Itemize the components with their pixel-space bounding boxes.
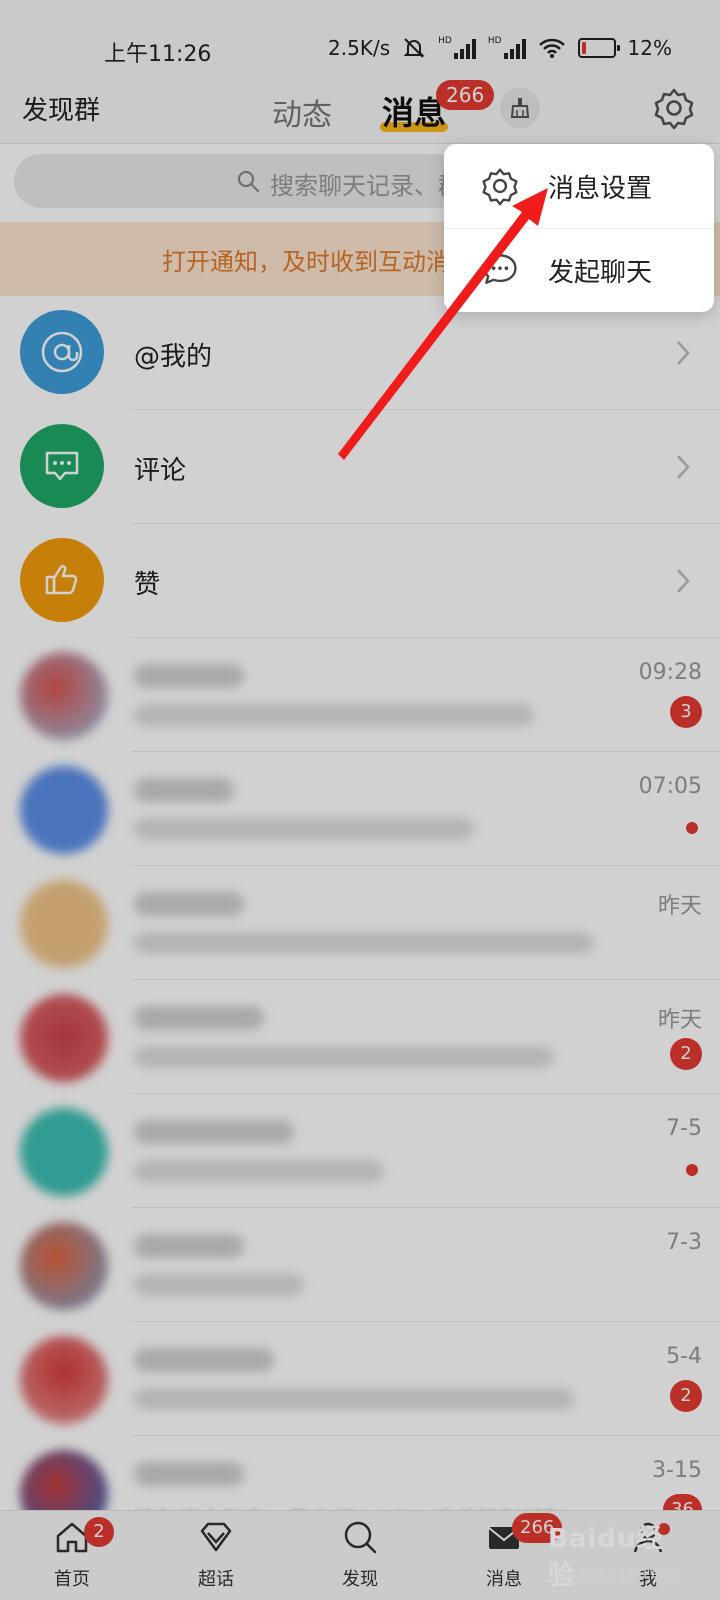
- menu-item-label: 消息设置: [548, 174, 653, 204]
- menu-item-label: 发起聊天: [548, 258, 653, 288]
- watermark-url: jingyan.baidu.com: [552, 1566, 682, 1582]
- menu-item-message-settings[interactable]: 消息设置: [444, 144, 714, 228]
- watermark: Baidu经验 jingyan.baidu.com: [548, 1518, 688, 1591]
- chat-bubble-icon: [483, 254, 517, 284]
- menu-item-start-chat[interactable]: 发起聊天: [444, 228, 714, 312]
- gear-icon: [482, 168, 518, 206]
- settings-popup-menu: 消息设置 发起聊天: [444, 144, 714, 312]
